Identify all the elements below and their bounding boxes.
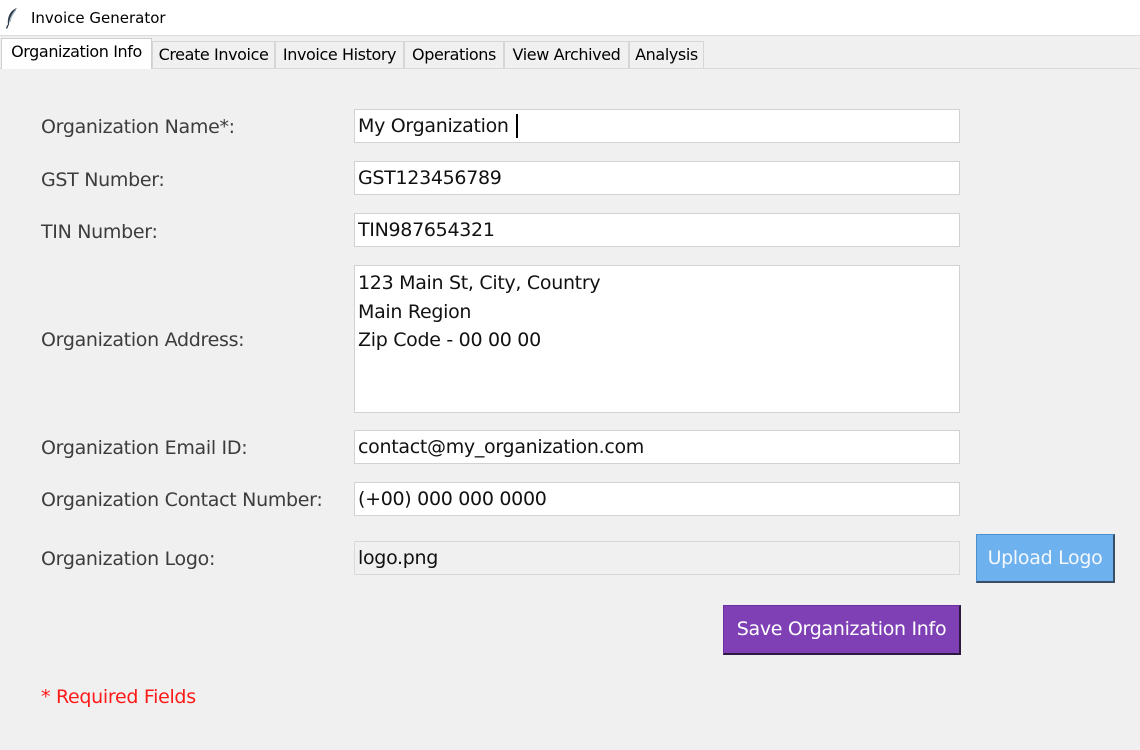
gst-number-label: GST Number: <box>41 169 165 191</box>
tab-operations[interactable]: Operations <box>404 41 504 68</box>
org-email-label: Organization Email ID: <box>41 437 248 459</box>
tin-number-input[interactable] <box>354 213 960 247</box>
org-address-textarea[interactable] <box>354 265 960 413</box>
org-contact-label: Organization Contact Number: <box>41 489 323 511</box>
tab-organization-info[interactable]: Organization Info <box>1 38 152 69</box>
org-address-label: Organization Address: <box>41 329 245 351</box>
tab-invoice-history[interactable]: Invoice History <box>275 41 404 68</box>
org-contact-input[interactable] <box>354 482 960 516</box>
org-email-input[interactable] <box>354 430 960 464</box>
gst-number-input[interactable] <box>354 161 960 195</box>
tin-number-label: TIN Number: <box>41 221 158 243</box>
text-cursor <box>516 114 518 138</box>
tab-view-archived[interactable]: View Archived <box>504 41 629 68</box>
org-name-input[interactable] <box>354 109 960 143</box>
org-logo-label: Organization Logo: <box>41 548 216 570</box>
upload-logo-button[interactable]: Upload Logo <box>976 534 1115 583</box>
feather-icon <box>5 8 17 29</box>
save-organization-info-button[interactable]: Save Organization Info <box>723 605 961 655</box>
tab-create-invoice[interactable]: Create Invoice <box>152 41 275 68</box>
required-fields-note: * Required Fields <box>41 686 196 708</box>
org-logo-path-field <box>354 541 960 575</box>
window-title: Invoice Generator <box>31 9 166 27</box>
tab-bar: Organization Info Create Invoice Invoice… <box>0 36 1140 69</box>
tab-analysis[interactable]: Analysis <box>629 41 704 68</box>
org-name-label: Organization Name*: <box>41 116 235 138</box>
title-bar: Invoice Generator <box>0 0 1140 36</box>
